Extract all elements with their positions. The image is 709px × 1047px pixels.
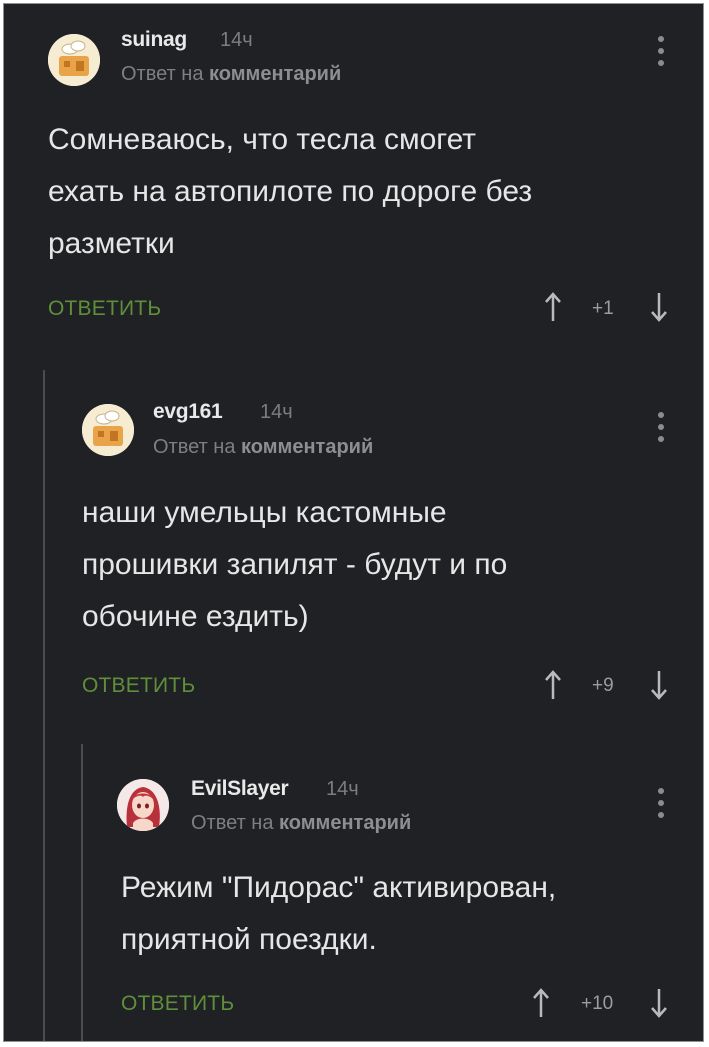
anime-girl-avatar-icon[interactable] (117, 779, 169, 831)
comment-text-line: Сомневаюсь, что тесла смогет (48, 123, 476, 156)
upvote-arrow-icon[interactable] (544, 670, 562, 700)
downvote-arrow-icon[interactable] (650, 292, 668, 322)
reply-button[interactable]: ОТВЕТИТЬ (48, 297, 161, 321)
comment-text-line: Режим "Пидорас" активирован, (121, 871, 557, 904)
comment-text: наши умельцы кастомные прошивки запилят … (82, 487, 507, 643)
comment-score: +9 (592, 675, 614, 696)
upvote-arrow-icon[interactable] (544, 292, 562, 322)
comment-suinag: suinag 14ч Ответ на комментарий Сомневаю… (4, 4, 703, 344)
comment-evilslayer: EvilSlayer 14ч Ответ на комментарий Режи… (4, 744, 703, 1041)
more-options-icon[interactable] (654, 36, 668, 76)
downvote-arrow-icon[interactable] (650, 988, 668, 1018)
username[interactable]: evg161 (153, 400, 223, 424)
timestamp: 14ч (326, 778, 359, 800)
more-options-icon[interactable] (654, 412, 668, 452)
reply-button[interactable]: ОТВЕТИТЬ (82, 674, 195, 698)
reply-button[interactable]: ОТВЕТИТЬ (121, 992, 234, 1016)
reply-to-target[interactable]: комментарий (209, 63, 341, 85)
username[interactable]: suinag (121, 28, 187, 52)
comment-text: Режим "Пидорас" активирован, приятной по… (121, 862, 556, 966)
reply-to-prefix: Ответ на (191, 812, 274, 834)
reply-to-link[interactable]: Ответ на комментарий (153, 436, 373, 459)
reply-to-prefix: Ответ на (121, 63, 204, 85)
timestamp: 14ч (220, 29, 253, 51)
timestamp: 14ч (260, 401, 293, 423)
reply-to-target[interactable]: комментарий (279, 812, 411, 834)
comment-text-line: обочине ездить) (82, 600, 309, 633)
reply-to-link[interactable]: Ответ на комментарий (121, 63, 341, 86)
comment-evg161: evg161 14ч Ответ на комментарий наши уме… (4, 364, 703, 724)
comment-text-line: наши умельцы кастомные (82, 496, 447, 529)
comment-text-line: прошивки запилят - будут и по (82, 548, 508, 581)
more-options-icon[interactable] (654, 788, 668, 828)
comment-text-line: ехать на автопилоте по дороге без (48, 175, 533, 208)
default-avatar-icon[interactable] (48, 34, 100, 86)
default-avatar-icon[interactable] (82, 404, 134, 456)
downvote-arrow-icon[interactable] (650, 670, 668, 700)
comment-text-line: приятной поездки. (121, 923, 377, 956)
comment-score: +10 (581, 993, 614, 1014)
comment-text: Сомневаюсь, что тесла смогет ехать на ав… (48, 114, 532, 270)
reply-to-link[interactable]: Ответ на комментарий (191, 812, 411, 835)
comment-text-line: разметки (48, 227, 175, 260)
comment-score: +1 (592, 298, 614, 319)
comments-thread: suinag 14ч Ответ на комментарий Сомневаю… (3, 3, 704, 1042)
reply-to-target[interactable]: комментарий (241, 436, 373, 458)
username[interactable]: EvilSlayer (191, 777, 289, 801)
upvote-arrow-icon[interactable] (532, 988, 550, 1018)
reply-to-prefix: Ответ на (153, 436, 236, 458)
